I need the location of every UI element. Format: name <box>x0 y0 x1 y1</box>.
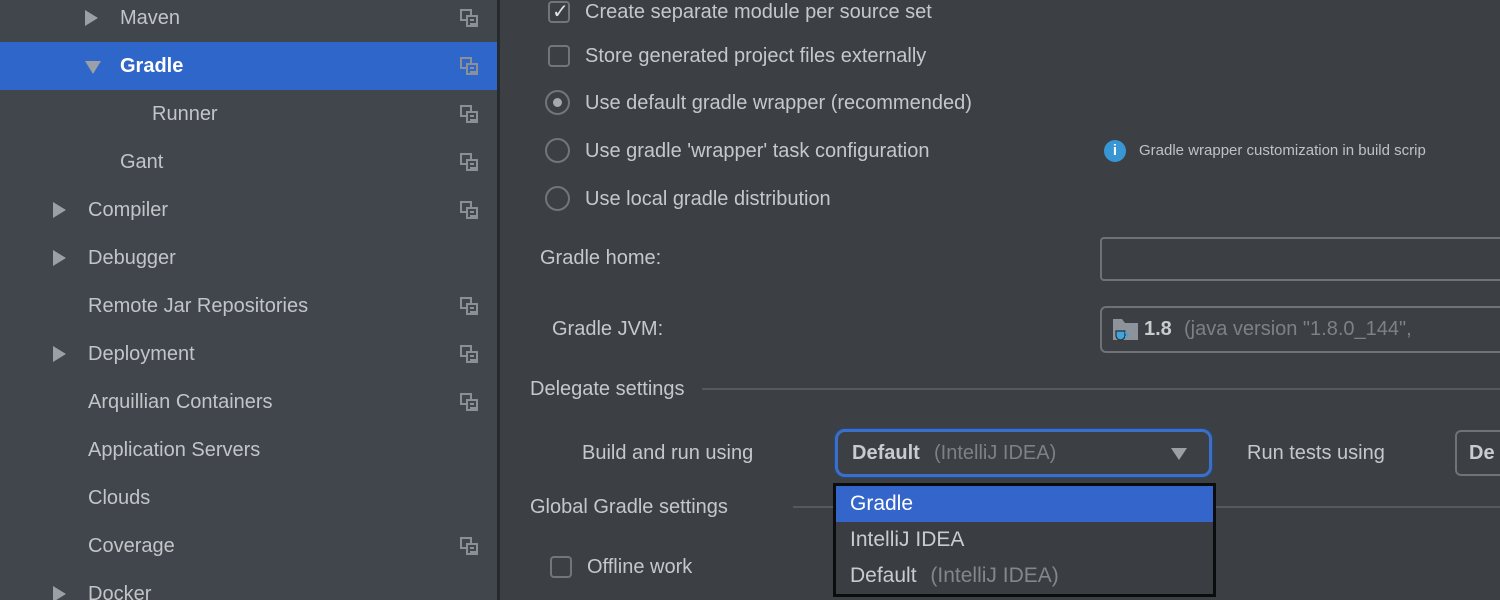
sidebar-item-deployment[interactable]: Deployment <box>0 330 497 378</box>
per-project-settings-icon <box>460 201 478 219</box>
run-tests-value: De <box>1469 432 1495 474</box>
create-separate-module-label: Create separate module per source set <box>585 0 932 25</box>
build-and-run-dropdown-popup: Gradle IntelliJ IDEA Default (IntelliJ I… <box>833 483 1216 597</box>
per-project-settings-icon <box>460 345 478 363</box>
run-tests-using-label: Run tests using <box>1247 440 1385 466</box>
chevron-down-icon[interactable] <box>85 61 101 74</box>
build-and-run-value-detail: (IntelliJ IDEA) <box>934 432 1056 474</box>
use-wrapper-task-radio[interactable] <box>545 138 570 163</box>
chevron-right-icon[interactable] <box>53 346 66 362</box>
gradle-jvm-value: 1.8 <box>1144 308 1172 350</box>
per-project-settings-icon <box>460 393 478 411</box>
chevron-right-icon[interactable] <box>53 202 66 218</box>
sidebar-item-clouds[interactable]: Clouds <box>0 474 497 522</box>
sidebar-item-docker[interactable]: Docker <box>0 570 497 600</box>
offline-work-label: Offline work <box>587 554 692 580</box>
delegate-settings-title: Delegate settings <box>530 376 685 402</box>
create-separate-module-checkbox[interactable] <box>548 1 570 23</box>
gradle-jvm-value-detail: (java version "1.8.0_144", <box>1184 308 1412 350</box>
per-project-settings-icon <box>460 57 478 75</box>
chevron-down-icon[interactable] <box>1171 448 1187 460</box>
sidebar-item-maven[interactable]: Maven <box>0 0 497 42</box>
store-generated-files-label: Store generated project files externally <box>585 43 926 69</box>
sidebar-item-application-servers[interactable]: Application Servers <box>0 426 497 474</box>
chevron-right-icon[interactable] <box>53 250 66 266</box>
build-and-run-using-label: Build and run using <box>582 440 753 466</box>
use-local-distribution-label: Use local gradle distribution <box>585 186 831 212</box>
global-gradle-settings-title: Global Gradle settings <box>530 494 728 520</box>
dropdown-option-default[interactable]: Default (IntelliJ IDEA) <box>836 558 1213 594</box>
sidebar-item-debugger[interactable]: Debugger <box>0 234 497 282</box>
jdk-icon <box>1112 317 1139 347</box>
chevron-right-icon[interactable] <box>85 10 98 26</box>
chevron-right-icon[interactable] <box>53 586 66 600</box>
dropdown-option-gradle[interactable]: Gradle <box>836 486 1213 522</box>
gradle-jvm-combobox[interactable]: 1.8 (java version "1.8.0_144", <box>1100 306 1500 353</box>
store-generated-files-checkbox[interactable] <box>548 45 570 67</box>
sidebar-item-compiler[interactable]: Compiler <box>0 186 497 234</box>
sidebar-item-gradle[interactable]: Gradle <box>0 42 497 90</box>
use-wrapper-task-label: Use gradle 'wrapper' task configuration <box>585 138 929 164</box>
per-project-settings-icon <box>460 297 478 315</box>
sidebar-item-arquillian-containers[interactable]: Arquillian Containers <box>0 378 497 426</box>
sidebar-item-gant[interactable]: Gant <box>0 138 497 186</box>
wrapper-customization-tip: Gradle wrapper customization in build sc… <box>1139 140 1426 162</box>
per-project-settings-icon <box>460 9 478 27</box>
per-project-settings-icon <box>460 537 478 555</box>
info-icon[interactable] <box>1104 140 1126 162</box>
separator-line <box>702 388 1500 390</box>
offline-work-checkbox[interactable] <box>550 556 572 578</box>
dropdown-option-intellij-idea[interactable]: IntelliJ IDEA <box>836 522 1213 558</box>
build-and-run-using-combobox[interactable]: Default (IntelliJ IDEA) <box>835 429 1212 477</box>
settings-window: Maven Gradle Runner Gant Compiler Debugg… <box>0 0 1500 600</box>
sidebar-item-remote-jar-repositories[interactable]: Remote Jar Repositories <box>0 282 497 330</box>
use-default-wrapper-radio[interactable] <box>545 90 570 115</box>
per-project-settings-icon <box>460 105 478 123</box>
use-default-wrapper-label: Use default gradle wrapper (recommended) <box>585 90 972 116</box>
sidebar-item-runner[interactable]: Runner <box>0 90 497 138</box>
per-project-settings-icon <box>460 153 478 171</box>
run-tests-using-combobox[interactable]: De <box>1455 430 1500 476</box>
gradle-home-input[interactable] <box>1100 237 1500 281</box>
gradle-jvm-label: Gradle JVM: <box>552 316 663 342</box>
gradle-home-label: Gradle home: <box>540 245 661 271</box>
build-and-run-value: Default <box>852 432 920 474</box>
use-local-distribution-radio[interactable] <box>545 186 570 211</box>
sidebar-item-coverage[interactable]: Coverage <box>0 522 497 570</box>
settings-tree-sidebar: Maven Gradle Runner Gant Compiler Debugg… <box>0 0 500 600</box>
